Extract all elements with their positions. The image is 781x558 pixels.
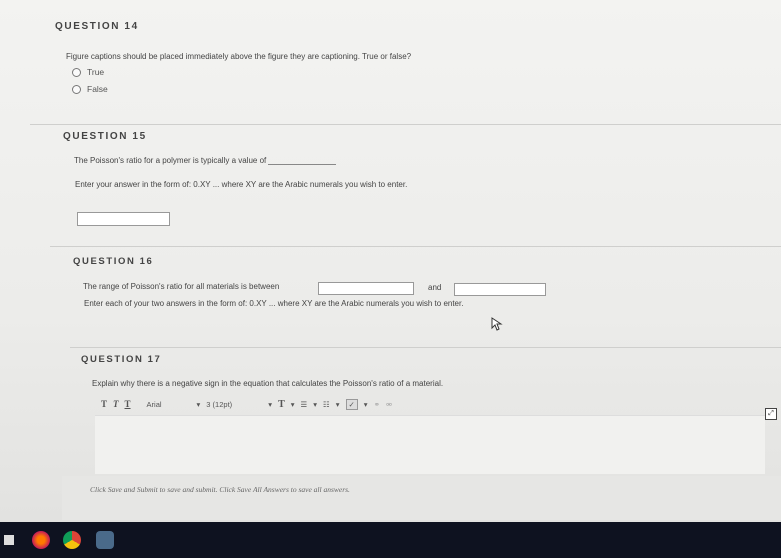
underline-icon[interactable]: T: [125, 399, 131, 409]
submit-bar: Click Save and Submit to save and submit…: [62, 476, 781, 520]
option-true[interactable]: True: [72, 67, 104, 77]
mouse-cursor-icon: [491, 317, 503, 331]
question-15-blank: [268, 156, 337, 165]
unlink-icon[interactable]: ⚮: [386, 400, 392, 409]
app-icon[interactable]: [96, 531, 114, 549]
question-16-instruction: Enter each of your two answers in the fo…: [84, 299, 464, 308]
question-17-editor[interactable]: [95, 415, 765, 474]
font-select[interactable]: Arial: [147, 400, 187, 409]
question-16-upper-input[interactable]: [454, 283, 546, 296]
question-16-prompt: The range of Poisson's ratio for all mat…: [83, 282, 280, 291]
option-false-label: False: [87, 84, 108, 94]
divider: [30, 124, 781, 125]
question-15-prompt: The Poisson's ratio for a polymer is typ…: [74, 156, 337, 165]
option-true-label: True: [87, 67, 105, 77]
editor-toolbar: T T T Arial ▾ 3 (12pt) ▾ T ▾ ☰ ▾ ☷ ▾ ✓ ▾…: [95, 395, 765, 413]
question-15-prompt-text: The Poisson's ratio for a polymer is typ…: [74, 156, 267, 165]
question-16-lower-input[interactable]: [318, 282, 414, 295]
italic-icon[interactable]: T: [113, 399, 119, 409]
divider: [70, 347, 781, 348]
firefox-icon[interactable]: [32, 531, 50, 549]
text-format-icon[interactable]: T: [278, 399, 285, 410]
option-false[interactable]: False: [72, 84, 108, 94]
chrome-icon[interactable]: [63, 531, 81, 549]
radio-true[interactable]: [72, 67, 81, 77]
taskbar: [0, 522, 781, 558]
chevron-down-icon[interactable]: ▾: [364, 400, 368, 409]
question-16-title: QUESTION 16: [73, 256, 154, 267]
question-14-prompt: Figure captions should be placed immedia…: [66, 52, 412, 61]
chevron-down-icon[interactable]: ▾: [291, 400, 295, 409]
question-17-title: QUESTION 17: [81, 354, 162, 365]
question-15-instruction: Enter your answer in the form of: 0.XY .…: [75, 180, 408, 189]
spellcheck-icon[interactable]: ✓: [345, 398, 358, 410]
question-14-title: QUESTION 14: [55, 21, 139, 32]
numbered-list-icon[interactable]: ☷: [323, 400, 330, 409]
question-16-and-label: and: [428, 283, 442, 292]
chevron-down-icon[interactable]: ▾: [336, 400, 340, 409]
expand-icon[interactable]: ⤢: [765, 408, 777, 420]
bullet-list-icon[interactable]: ☰: [301, 400, 308, 409]
chevron-down-icon[interactable]: ▾: [313, 400, 317, 409]
divider: [50, 246, 781, 247]
size-select[interactable]: 3 (12pt): [206, 400, 262, 409]
link-icon[interactable]: ⚭: [374, 400, 380, 409]
start-icon[interactable]: [4, 535, 14, 545]
chevron-down-icon[interactable]: ▾: [268, 400, 272, 409]
chevron-down-icon[interactable]: ▾: [197, 400, 201, 409]
submit-instruction: Click Save and Submit to save and submit…: [90, 485, 350, 494]
question-15-answer-input[interactable]: [77, 212, 170, 226]
bold-icon[interactable]: T: [101, 399, 107, 409]
question-15-title: QUESTION 15: [63, 131, 147, 142]
question-17-prompt: Explain why there is a negative sign in …: [92, 379, 444, 388]
quiz-page: QUESTION 14 Figure captions should be pl…: [0, 0, 781, 522]
radio-false[interactable]: [72, 84, 81, 94]
